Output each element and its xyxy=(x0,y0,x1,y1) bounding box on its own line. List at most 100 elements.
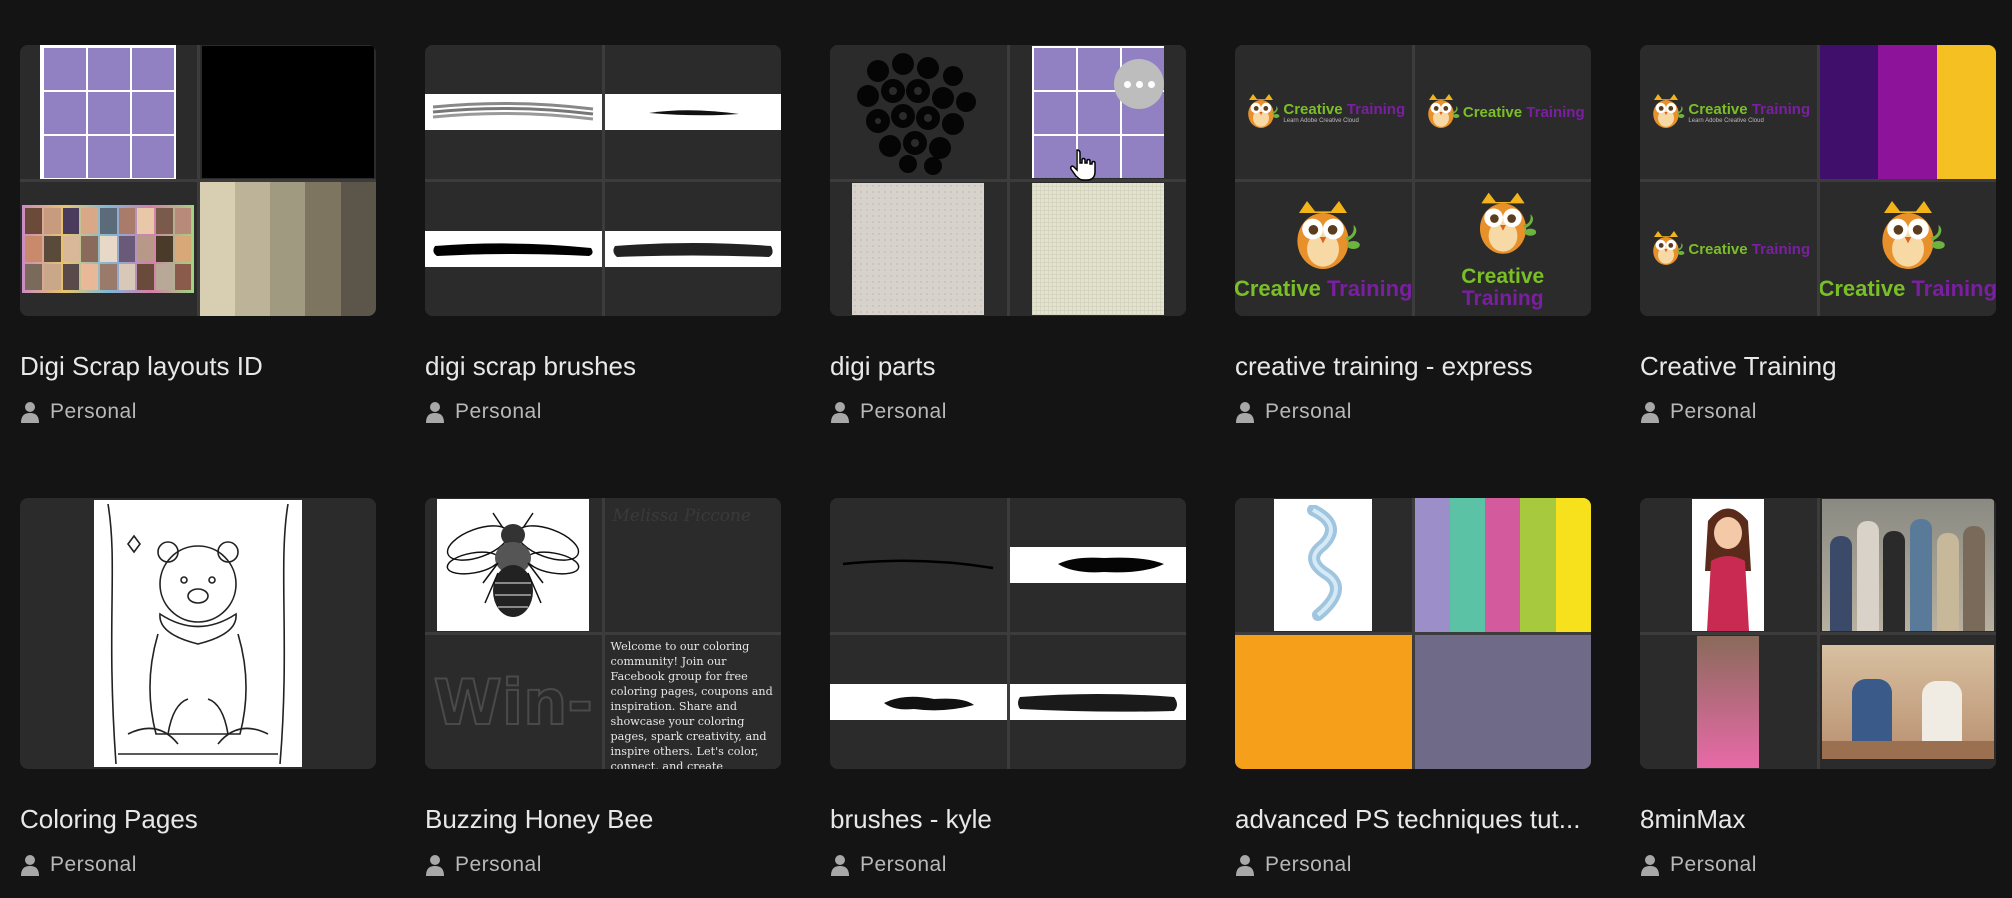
thumb-cell xyxy=(830,45,1007,179)
thumb-cell xyxy=(1640,498,1817,632)
more-options-button[interactable] xyxy=(1114,59,1164,109)
thumb-cell xyxy=(1640,635,1817,769)
person-icon xyxy=(830,401,850,423)
library-card[interactable]: Digi Scrap layouts ID Personal xyxy=(20,45,376,498)
card-owner: Personal xyxy=(20,400,376,424)
owner-label: Personal xyxy=(455,400,542,423)
card-thumbnail[interactable]: Creative Training Learn Adobe Creative C… xyxy=(1640,45,1996,316)
card-title[interactable]: Buzzing Honey Bee xyxy=(425,804,781,835)
library-card[interactable]: Creative Training Learn Adobe Creative C… xyxy=(1640,45,1996,498)
creative-training-logo: Creative Training xyxy=(1461,189,1544,310)
thumb-cell xyxy=(830,182,1007,316)
card-thumbnail[interactable] xyxy=(20,498,376,769)
team-photo xyxy=(1821,499,1994,631)
thumb-cell xyxy=(1819,635,1996,769)
hand-pointer-icon xyxy=(1070,149,1096,181)
color-palette xyxy=(1414,498,1592,632)
card-title[interactable]: advanced PS techniques tut... xyxy=(1235,804,1591,835)
person-icon xyxy=(1235,401,1255,423)
card-thumbnail[interactable]: Melissa Piccone Win- Welcome to our colo… xyxy=(425,498,781,769)
thumb-cell xyxy=(1009,182,1186,316)
paper-texture xyxy=(852,183,985,315)
thumb-cell xyxy=(830,498,1007,632)
card-title[interactable]: creative training - express xyxy=(1235,351,1591,382)
brush-stroke xyxy=(1009,547,1186,583)
person-icon xyxy=(425,854,445,876)
person-icon xyxy=(1640,854,1660,876)
card-owner: Personal xyxy=(830,400,1186,424)
brush-stroke xyxy=(843,559,994,570)
card-thumbnail[interactable] xyxy=(20,45,376,316)
thumb-cell xyxy=(1235,498,1412,632)
owner-label: Personal xyxy=(1670,400,1757,423)
library-grid: Digi Scrap layouts ID Personal digi scra… xyxy=(20,45,2000,498)
purple-grid-thumb xyxy=(40,45,177,179)
owner-label: Personal xyxy=(860,400,947,423)
brand-palette xyxy=(1819,45,1997,179)
cartoon-woman-image xyxy=(1692,499,1765,631)
card-title[interactable]: Creative Training xyxy=(1640,351,1996,382)
owner-label: Personal xyxy=(50,400,137,423)
thumb-cell xyxy=(604,45,781,179)
bee-illustration xyxy=(437,499,590,631)
brush-stroke xyxy=(425,231,602,267)
card-thumbnail[interactable] xyxy=(830,45,1186,316)
library-card[interactable]: Coloring Pages Personal xyxy=(20,498,376,898)
creative-training-logo: Creative Training xyxy=(1235,197,1412,302)
library-card[interactable]: Creative Training Learn Adobe Creative C… xyxy=(1235,45,1591,498)
library-card[interactable]: digi scrap brushes Personal xyxy=(425,45,781,498)
card-thumbnail[interactable] xyxy=(1640,498,1996,769)
coloring-page xyxy=(94,500,302,767)
linen-texture xyxy=(1031,183,1164,315)
library-card[interactable]: 8minMax Personal xyxy=(1640,498,1996,898)
card-thumbnail[interactable] xyxy=(1235,498,1591,769)
thumb-cell: Creative Training Learn Adobe Creative C… xyxy=(1235,45,1412,179)
brush-stroke xyxy=(604,94,781,130)
library-card[interactable]: Melissa Piccone Win- Welcome to our colo… xyxy=(425,498,781,898)
office-photo xyxy=(1821,645,1994,759)
thumb-cell xyxy=(1009,498,1186,632)
card-owner: Personal xyxy=(425,400,781,424)
person-icon xyxy=(425,401,445,423)
brush-stroke xyxy=(1009,684,1186,720)
library-card[interactable]: digi parts Personal xyxy=(830,45,1186,498)
owner-label: Personal xyxy=(1670,853,1757,876)
thumb-cell xyxy=(425,498,602,632)
card-owner: Personal xyxy=(1640,853,1996,877)
card-title[interactable]: brushes - kyle xyxy=(830,804,1186,835)
card-title[interactable]: Coloring Pages xyxy=(20,804,376,835)
library-card[interactable]: brushes - kyle Personal xyxy=(830,498,1186,898)
owl-icon xyxy=(1463,189,1543,261)
card-title[interactable]: 8minMax xyxy=(1640,804,1996,835)
card-owner: Personal xyxy=(20,853,376,877)
thumb-cell xyxy=(604,182,781,316)
thumb-cell: Creative Training xyxy=(1640,182,1817,316)
brush-stroke xyxy=(425,94,602,130)
thumb-cell: Creative Training xyxy=(1414,45,1591,179)
owl-icon xyxy=(1278,197,1368,277)
creative-training-logo: Creative Training Learn Adobe Creative C… xyxy=(1241,92,1405,132)
owl-icon xyxy=(1421,92,1461,132)
card-thumbnail[interactable]: Creative Training Learn Adobe Creative C… xyxy=(1235,45,1591,316)
creative-training-logo: Creative Training Learn Adobe Creative C… xyxy=(1646,92,1810,132)
creative-training-logo: Creative Training xyxy=(1646,229,1810,269)
signature-text: Melissa Piccone xyxy=(612,506,752,526)
card-title[interactable]: digi scrap brushes xyxy=(425,351,781,382)
more-options-icon xyxy=(1123,80,1131,88)
card-thumbnail[interactable] xyxy=(830,498,1186,769)
owner-label: Personal xyxy=(455,853,542,876)
card-thumbnail[interactable] xyxy=(425,45,781,316)
thumb-cell: Win- xyxy=(425,635,602,769)
card-title[interactable]: digi parts xyxy=(830,351,1186,382)
card-title[interactable]: Digi Scrap layouts ID xyxy=(20,351,376,382)
person-icon xyxy=(1235,854,1255,876)
library-card[interactable]: advanced PS techniques tut... Personal xyxy=(1235,498,1591,898)
thumb-cell xyxy=(1009,635,1186,769)
black-swatch xyxy=(201,46,374,178)
card-owner: Personal xyxy=(1235,853,1591,877)
person-icon xyxy=(20,854,40,876)
thumb-cell xyxy=(20,182,197,316)
blurb-text: Welcome to our coloring community! Join … xyxy=(610,640,773,769)
thumb-cell xyxy=(199,45,376,179)
card-owner: Personal xyxy=(1640,400,1996,424)
